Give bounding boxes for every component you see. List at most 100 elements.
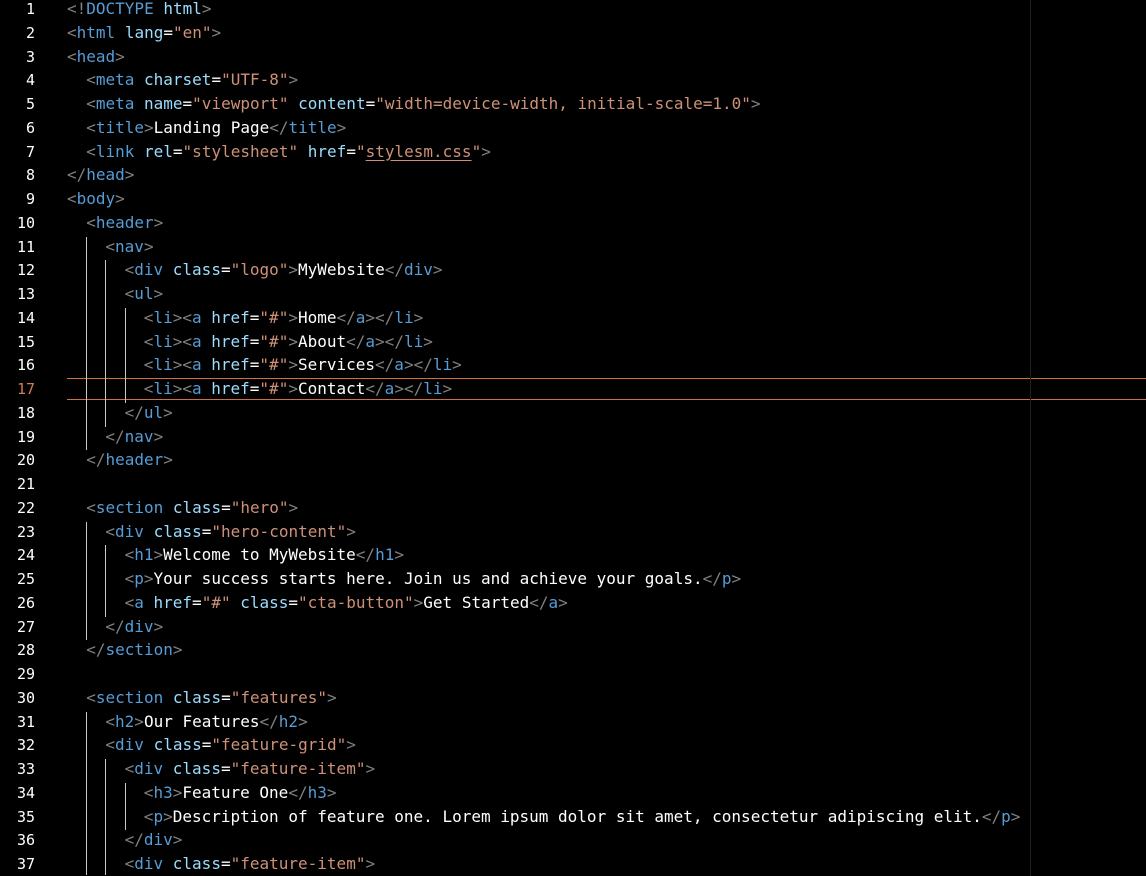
code-line[interactable]: <h2>Our Features</h2> — [105, 711, 307, 735]
code-token: href — [211, 307, 250, 327]
code-token: </ — [124, 830, 144, 850]
code-line[interactable]: <p>Description of feature one. Lorem ips… — [144, 806, 1021, 830]
code-token: a — [191, 331, 202, 351]
line-number: 23 — [16, 522, 35, 541]
code-token: section — [95, 687, 164, 707]
line-number: 25 — [16, 570, 35, 588]
code-token: "logo" — [230, 260, 289, 280]
code-token: "feature-grid" — [211, 735, 347, 755]
code-line[interactable]: </header> — [86, 449, 173, 473]
code-line[interactable]: <nav> — [105, 236, 153, 260]
line-number: 12 — [16, 261, 35, 280]
code-token: " — [471, 141, 482, 161]
code-line[interactable]: </div> — [125, 829, 183, 853]
indent-guide — [124, 782, 126, 831]
code-token: > — [288, 355, 298, 375]
line-number: 10 — [16, 213, 35, 232]
code-line[interactable]: <div class="feature-item"> — [125, 853, 376, 876]
line-number: 34 — [16, 783, 35, 802]
code-token: class — [240, 592, 289, 612]
code-line[interactable]: <title>Landing Page</title> — [86, 117, 346, 141]
code-line[interactable]: <!DOCTYPE html> — [67, 0, 212, 22]
code-token: > — [365, 759, 376, 778]
code-line[interactable]: <head> — [67, 46, 125, 70]
code-line[interactable]: <body> — [67, 188, 125, 212]
code-line[interactable]: <a href="#" class="cta-button">Get Start… — [125, 592, 568, 616]
code-line[interactable]: <div class="feature-item"> — [125, 758, 376, 782]
code-line[interactable]: <p>Your success starts here. Join us and… — [125, 568, 742, 592]
code-line[interactable]: </section> — [86, 639, 182, 663]
code-token: div — [115, 735, 144, 755]
code-line[interactable]: <section class="hero"> — [86, 497, 298, 521]
line-number: 30 — [16, 688, 35, 707]
code-token: class — [172, 687, 222, 707]
indent-guide — [86, 236, 88, 451]
code-line[interactable]: <div class="logo">MyWebsite</div> — [125, 259, 443, 283]
code-line[interactable]: <meta name="viewport" content="width=dev… — [86, 93, 760, 117]
code-line[interactable]: <link rel="stylesheet" href="stylesm.css… — [86, 141, 491, 165]
code-token: div — [134, 854, 164, 873]
line-number: 5 — [25, 95, 35, 113]
code-line[interactable]: <ul> — [125, 283, 164, 307]
code-token: div — [115, 521, 144, 541]
code-token: </ — [259, 711, 279, 731]
code-token: < — [124, 854, 135, 873]
code-line[interactable]: <h3>Feature One</h3> — [144, 782, 337, 806]
code-line[interactable]: </nav> — [105, 426, 163, 450]
code-token: > — [442, 379, 453, 398]
code-line[interactable]: <li><a href="#">Services</a></li> — [144, 354, 462, 378]
code-token: nav — [115, 236, 144, 256]
code-token: > — [115, 189, 125, 208]
code-line[interactable]: <h1>Welcome to MyWebsite</h1> — [125, 544, 404, 568]
code-token: html — [76, 22, 116, 42]
code-token: Welcome to MyWebsite — [163, 545, 356, 565]
code-token: </ — [288, 782, 308, 802]
indent-guide — [86, 521, 88, 641]
code-line[interactable]: </head> — [67, 164, 134, 188]
code-line[interactable]: <li><a href="#">About</a></li> — [144, 331, 433, 355]
code-token: a — [191, 355, 202, 375]
code-line[interactable]: <html lang="en"> — [67, 22, 221, 46]
code-line[interactable]: <li><a href="#">Contact</a></li> — [144, 378, 452, 402]
stylesheet-link[interactable]: stylesm.css — [366, 142, 472, 161]
code-editor[interactable]: 1 2 3 4 5 6 7 8 9 10 11 12 13 14 15 16 17 18 19 20 21 22 23 24 2… — [0, 0, 1146, 876]
line-number: 29 — [16, 665, 35, 683]
code-line[interactable]: <li><a href="#">Home</a></li> — [144, 307, 423, 331]
line-number: 14 — [16, 308, 35, 327]
code-token: </ — [124, 402, 144, 422]
code-token: Contact — [297, 379, 366, 398]
code-token: "feature-item" — [230, 759, 366, 778]
code-token: </ — [529, 592, 549, 612]
code-line[interactable]: </ul> — [125, 402, 173, 426]
code-line[interactable]: <div class="feature-grid"> — [105, 734, 356, 758]
code-token: Services — [297, 355, 376, 375]
code-line[interactable]: <meta charset="UTF-8"> — [86, 69, 298, 93]
code-text-area[interactable]: <!DOCTYPE html> <html lang="en"> <head> <me… — [67, 0, 1030, 876]
code-token: </ — [67, 165, 87, 185]
code-token: > — [288, 260, 299, 280]
line-number-gutter[interactable]: 1 2 3 4 5 6 7 8 9 10 11 12 13 14 15 16 17 18 19 20 21 22 23 24 2… — [0, 0, 67, 876]
code-token: class — [172, 854, 221, 873]
code-token: > — [143, 236, 154, 256]
code-token: > — [288, 331, 298, 351]
code-line[interactable]: <header> — [86, 212, 163, 236]
code-token: < — [143, 782, 154, 802]
code-token: charset — [144, 70, 212, 90]
code-token: < — [86, 687, 96, 707]
line-number: 19 — [16, 427, 35, 446]
line-number: 2 — [25, 23, 35, 42]
indent-guide — [105, 260, 107, 427]
code-token: < — [124, 545, 135, 565]
code-line[interactable]: <section class="features"> — [86, 687, 337, 711]
code-token: < — [124, 260, 135, 280]
code-line[interactable]: <div class="hero-content"> — [105, 521, 356, 545]
code-line[interactable]: </div> — [105, 616, 163, 640]
code-token: > — [211, 22, 222, 42]
code-token: >< — [172, 379, 192, 398]
code-token: link — [95, 141, 135, 161]
